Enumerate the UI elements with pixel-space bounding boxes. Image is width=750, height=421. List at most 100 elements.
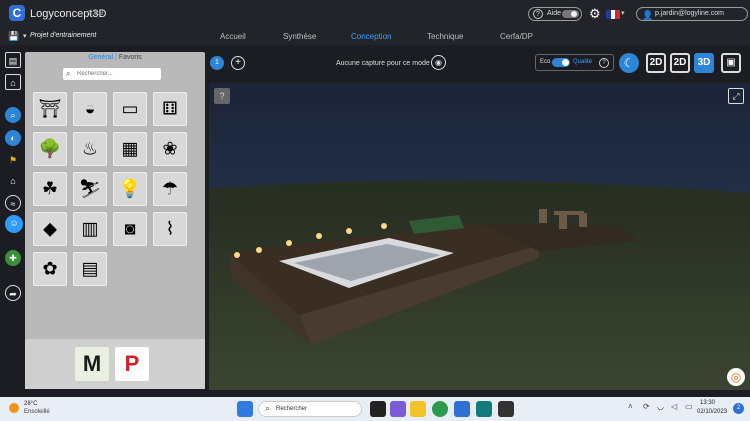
library-tile[interactable]: ◒ bbox=[73, 92, 107, 126]
night-mode-moon-icon[interactable]: ☾ bbox=[619, 53, 639, 73]
parasol-icon: ☂ bbox=[161, 178, 179, 199]
quality-help-icon[interactable]: ? bbox=[599, 58, 609, 68]
pergola-icon: ⛩ bbox=[38, 98, 62, 119]
user-email: p.jardin@logyline.com bbox=[655, 10, 724, 17]
volume-icon[interactable]: ◁ bbox=[671, 402, 677, 411]
tab-cerfa-dp[interactable]: Cerfa/DP bbox=[500, 32, 533, 41]
search-zone-icon[interactable]: ⌕ bbox=[5, 107, 21, 123]
add-vegetation-icon[interactable]: ✚ bbox=[5, 250, 21, 266]
settings-gear-icon[interactable]: ⚙ bbox=[589, 6, 601, 22]
file-explorer-icon[interactable] bbox=[410, 401, 426, 417]
library-tile[interactable]: 💡 bbox=[113, 172, 147, 206]
library-tile[interactable]: ▦ bbox=[113, 132, 147, 166]
stepping-stones-icon: ▤ bbox=[81, 258, 99, 279]
help-switch[interactable] bbox=[562, 10, 579, 18]
cx-app-icon[interactable] bbox=[498, 401, 514, 417]
taskbar-search[interactable]: ⌕ Rechercher bbox=[258, 401, 362, 417]
library-tile[interactable]: ▤ bbox=[73, 252, 107, 286]
library-tile[interactable]: ✿ bbox=[33, 252, 67, 286]
library-tile[interactable]: ▭ bbox=[113, 92, 147, 126]
capture-page-number[interactable]: 1 bbox=[210, 56, 224, 70]
library-search-input[interactable] bbox=[63, 68, 161, 80]
locker-icon: ▦ bbox=[121, 138, 139, 159]
windows-start-icon[interactable] bbox=[237, 401, 253, 417]
library-tile[interactable]: ☂ bbox=[153, 172, 187, 206]
library-tile[interactable]: ❀ bbox=[153, 132, 187, 166]
capture-status-label: Aucune capture pour ce mode bbox=[336, 60, 430, 67]
windows-taskbar: 28°C Ensoleillé ⌕ Rechercher ˄ ⟳ ◡ ◁ ▭ 1… bbox=[0, 397, 750, 421]
share-icon[interactable]: ➦ bbox=[5, 285, 21, 301]
taskbar-search-label: Rechercher bbox=[276, 406, 308, 412]
clock-date[interactable]: 02/10/2023 bbox=[697, 409, 727, 415]
flowers-icon: ❀ bbox=[162, 138, 178, 159]
library-tile[interactable]: ⌇ bbox=[153, 212, 187, 246]
language-chevron-down-icon[interactable]: ▾ bbox=[621, 9, 625, 17]
library-tile[interactable]: ⛩ bbox=[33, 92, 67, 126]
quality-switch[interactable] bbox=[552, 58, 570, 67]
character-icon[interactable]: ☺ bbox=[5, 215, 23, 233]
building-icon[interactable]: ⌂ bbox=[5, 173, 21, 189]
tab-accueil[interactable]: Accueil bbox=[220, 32, 246, 41]
chrome-icon[interactable] bbox=[432, 401, 448, 417]
library-tile[interactable]: 🌳 bbox=[33, 132, 67, 166]
tab-general[interactable]: Général bbox=[88, 54, 113, 61]
render-quality-control: Eco Qualité ? bbox=[535, 54, 614, 71]
library-tile[interactable]: ◆ bbox=[33, 212, 67, 246]
sync-icon[interactable]: ⟳ bbox=[643, 402, 650, 411]
chevron-up-icon[interactable]: ˄ bbox=[628, 402, 633, 411]
project-chevron-down-icon[interactable]: ▾ bbox=[23, 32, 27, 40]
lamp-icon: 💡 bbox=[118, 178, 142, 199]
tab-favoris[interactable]: Favoris bbox=[119, 54, 142, 61]
library-tile[interactable]: ⚅ bbox=[153, 92, 187, 126]
tab-synthese[interactable]: Synthèse bbox=[283, 32, 316, 41]
library-tile[interactable]: ⛷ bbox=[73, 172, 107, 206]
library-tile[interactable]: ▥ bbox=[73, 212, 107, 246]
pool-tool-icon[interactable]: ≈ bbox=[5, 195, 21, 211]
tab-technique[interactable]: Technique bbox=[427, 32, 463, 41]
view-2d-button[interactable]: 2D bbox=[646, 53, 666, 73]
viewport-help-button[interactable]: ? bbox=[214, 88, 230, 104]
fullscreen-icon[interactable]: ⤢ bbox=[728, 88, 744, 104]
terrain-icon[interactable]: ◐ bbox=[5, 130, 21, 146]
library-tile[interactable]: ♨ bbox=[73, 132, 107, 166]
3d-viewport[interactable]: ? ⤢ ◎ bbox=[209, 83, 750, 390]
hedge-icon: ☘ bbox=[41, 178, 59, 199]
language-flag-icon[interactable] bbox=[606, 10, 621, 19]
tab-conception[interactable]: Conception bbox=[351, 32, 391, 41]
weather-desc[interactable]: Ensoleillé bbox=[24, 409, 50, 415]
task-view-icon[interactable] bbox=[370, 401, 386, 417]
teams-icon[interactable] bbox=[390, 401, 406, 417]
brand-p-logo[interactable]: P bbox=[115, 347, 149, 381]
house-icon[interactable]: ⌂ bbox=[5, 74, 21, 90]
clock-time[interactable]: 13:30 bbox=[700, 400, 715, 406]
battery-icon[interactable]: ▭ bbox=[685, 402, 693, 411]
view-2d-alt-button[interactable]: 2D bbox=[670, 53, 690, 73]
image-gallery-icon[interactable]: ▣ bbox=[721, 53, 741, 73]
title-bar: C Logyconcept3D 7.6.9 ? Aide ⚙ ▾ 👤 p.jar… bbox=[0, 0, 750, 28]
document-list-icon[interactable]: ▤ bbox=[5, 52, 21, 68]
notification-badge[interactable]: 2 bbox=[733, 403, 744, 414]
weather-temp[interactable]: 28°C bbox=[24, 401, 37, 407]
user-account-button[interactable]: 👤 p.jardin@logyline.com bbox=[636, 7, 748, 21]
pool-icon: ▭ bbox=[121, 98, 139, 119]
camera-icon[interactable]: ◉ bbox=[431, 55, 446, 70]
flag-icon[interactable]: ⚑ bbox=[5, 152, 21, 168]
add-capture-icon[interactable]: + bbox=[231, 56, 245, 70]
user-icon: 👤 bbox=[642, 10, 654, 20]
logyconcept-app-icon[interactable] bbox=[454, 401, 470, 417]
pavers-icon: ▥ bbox=[81, 218, 99, 239]
brand-m-logo[interactable]: M bbox=[75, 347, 109, 381]
lifebuoy-help-icon[interactable]: ◎ bbox=[727, 368, 745, 386]
wifi-icon[interactable]: ◡ bbox=[657, 402, 664, 411]
library-tile[interactable]: ☘ bbox=[33, 172, 67, 206]
terminal-app-icon[interactable] bbox=[476, 401, 492, 417]
save-icon[interactable]: 💾 bbox=[8, 31, 19, 42]
3d-scene bbox=[209, 83, 750, 390]
library-tabs: Général | Favoris bbox=[88, 54, 142, 61]
menu-bar: 💾 ▾ Projet d'entrainement Accueil Synthè… bbox=[0, 28, 750, 45]
help-toggle[interactable]: ? Aide bbox=[528, 7, 582, 21]
library-tile[interactable]: ◙ bbox=[113, 212, 147, 246]
taskbar-search-icon: ⌕ bbox=[265, 403, 271, 413]
view-3d-button[interactable]: 3D bbox=[694, 53, 714, 73]
project-name[interactable]: Projet d'entrainement bbox=[30, 32, 96, 39]
